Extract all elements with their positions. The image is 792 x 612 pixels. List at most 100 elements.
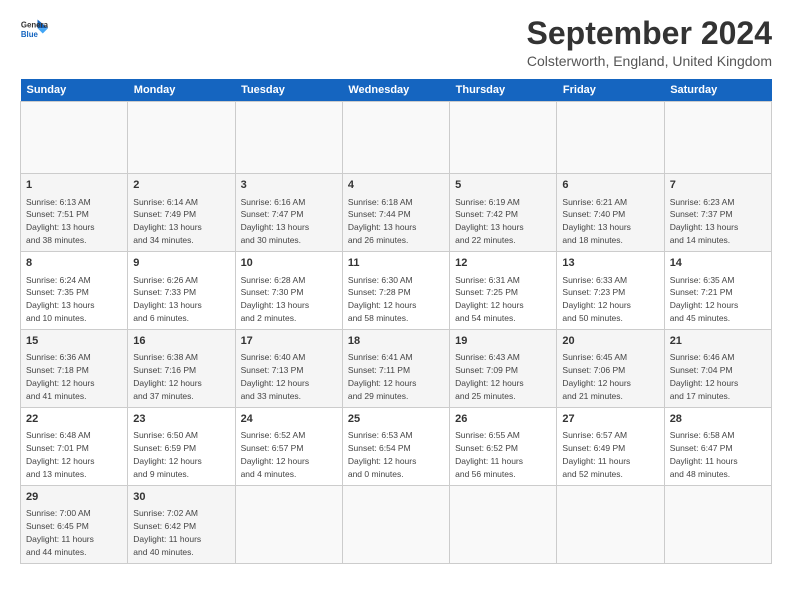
table-row — [450, 486, 557, 564]
table-row: 12 Sunrise: 6:31 AMSunset: 7:25 PMDaylig… — [450, 252, 557, 330]
table-row — [450, 102, 557, 174]
table-row — [557, 102, 664, 174]
col-friday: Friday — [557, 79, 664, 102]
header: General Blue September 2024 Colsterworth… — [20, 16, 772, 69]
day-info: Sunrise: 6:14 AMSunset: 7:49 PMDaylight:… — [133, 197, 202, 246]
page: General Blue September 2024 Colsterworth… — [0, 0, 792, 612]
table-row — [664, 486, 771, 564]
table-row: 28 Sunrise: 6:58 AMSunset: 6:47 PMDaylig… — [664, 408, 771, 486]
table-row: 10 Sunrise: 6:28 AMSunset: 7:30 PMDaylig… — [235, 252, 342, 330]
day-info: Sunrise: 6:41 AMSunset: 7:11 PMDaylight:… — [348, 352, 417, 401]
table-row: 26 Sunrise: 6:55 AMSunset: 6:52 PMDaylig… — [450, 408, 557, 486]
day-info: Sunrise: 6:57 AMSunset: 6:49 PMDaylight:… — [562, 430, 630, 479]
day-number: 5 — [455, 178, 551, 193]
day-info: Sunrise: 6:18 AMSunset: 7:44 PMDaylight:… — [348, 197, 417, 246]
day-info: Sunrise: 6:38 AMSunset: 7:16 PMDaylight:… — [133, 352, 202, 401]
table-row: 29 Sunrise: 7:00 AMSunset: 6:45 PMDaylig… — [21, 486, 128, 564]
day-number: 4 — [348, 178, 444, 193]
calendar-week-0 — [21, 102, 772, 174]
day-number: 2 — [133, 178, 229, 193]
col-monday: Monday — [128, 79, 235, 102]
day-number: 26 — [455, 412, 551, 427]
day-number: 12 — [455, 256, 551, 271]
col-wednesday: Wednesday — [342, 79, 449, 102]
day-number: 30 — [133, 490, 229, 505]
table-row: 1 Sunrise: 6:13 AMSunset: 7:51 PMDayligh… — [21, 174, 128, 252]
day-info: Sunrise: 6:55 AMSunset: 6:52 PMDaylight:… — [455, 430, 523, 479]
day-info: Sunrise: 6:16 AMSunset: 7:47 PMDaylight:… — [241, 197, 310, 246]
day-number: 8 — [26, 256, 122, 271]
day-info: Sunrise: 6:13 AMSunset: 7:51 PMDaylight:… — [26, 197, 95, 246]
table-row: 2 Sunrise: 6:14 AMSunset: 7:49 PMDayligh… — [128, 174, 235, 252]
table-row: 9 Sunrise: 6:26 AMSunset: 7:33 PMDayligh… — [128, 252, 235, 330]
table-row: 6 Sunrise: 6:21 AMSunset: 7:40 PMDayligh… — [557, 174, 664, 252]
table-row — [342, 102, 449, 174]
day-number: 16 — [133, 334, 229, 349]
table-row — [342, 486, 449, 564]
table-row: 5 Sunrise: 6:19 AMSunset: 7:42 PMDayligh… — [450, 174, 557, 252]
table-row: 4 Sunrise: 6:18 AMSunset: 7:44 PMDayligh… — [342, 174, 449, 252]
day-info: Sunrise: 6:52 AMSunset: 6:57 PMDaylight:… — [241, 430, 310, 479]
table-row: 18 Sunrise: 6:41 AMSunset: 7:11 PMDaylig… — [342, 330, 449, 408]
day-info: Sunrise: 6:50 AMSunset: 6:59 PMDaylight:… — [133, 430, 202, 479]
calendar-week-2: 8 Sunrise: 6:24 AMSunset: 7:35 PMDayligh… — [21, 252, 772, 330]
day-number: 10 — [241, 256, 337, 271]
day-number: 23 — [133, 412, 229, 427]
day-number: 19 — [455, 334, 551, 349]
table-row: 27 Sunrise: 6:57 AMSunset: 6:49 PMDaylig… — [557, 408, 664, 486]
day-info: Sunrise: 6:45 AMSunset: 7:06 PMDaylight:… — [562, 352, 631, 401]
day-number: 20 — [562, 334, 658, 349]
table-row — [235, 102, 342, 174]
day-number: 1 — [26, 178, 122, 193]
title-block: September 2024 Colsterworth, England, Un… — [527, 16, 772, 69]
table-row: 22 Sunrise: 6:48 AMSunset: 7:01 PMDaylig… — [21, 408, 128, 486]
col-sunday: Sunday — [21, 79, 128, 102]
col-saturday: Saturday — [664, 79, 771, 102]
header-row: Sunday Monday Tuesday Wednesday Thursday… — [21, 79, 772, 102]
day-number: 7 — [670, 178, 766, 193]
day-info: Sunrise: 6:53 AMSunset: 6:54 PMDaylight:… — [348, 430, 417, 479]
day-info: Sunrise: 6:43 AMSunset: 7:09 PMDaylight:… — [455, 352, 524, 401]
table-row: 8 Sunrise: 6:24 AMSunset: 7:35 PMDayligh… — [21, 252, 128, 330]
table-row — [557, 486, 664, 564]
table-row — [128, 102, 235, 174]
table-row: 21 Sunrise: 6:46 AMSunset: 7:04 PMDaylig… — [664, 330, 771, 408]
day-info: Sunrise: 6:46 AMSunset: 7:04 PMDaylight:… — [670, 352, 739, 401]
table-row: 24 Sunrise: 6:52 AMSunset: 6:57 PMDaylig… — [235, 408, 342, 486]
table-row: 15 Sunrise: 6:36 AMSunset: 7:18 PMDaylig… — [21, 330, 128, 408]
day-number: 27 — [562, 412, 658, 427]
col-thursday: Thursday — [450, 79, 557, 102]
day-info: Sunrise: 6:31 AMSunset: 7:25 PMDaylight:… — [455, 275, 524, 324]
day-info: Sunrise: 6:58 AMSunset: 6:47 PMDaylight:… — [670, 430, 738, 479]
day-info: Sunrise: 6:48 AMSunset: 7:01 PMDaylight:… — [26, 430, 95, 479]
day-number: 15 — [26, 334, 122, 349]
day-info: Sunrise: 6:33 AMSunset: 7:23 PMDaylight:… — [562, 275, 631, 324]
month-title: September 2024 — [527, 16, 772, 51]
calendar-week-5: 29 Sunrise: 7:00 AMSunset: 6:45 PMDaylig… — [21, 486, 772, 564]
table-row: 23 Sunrise: 6:50 AMSunset: 6:59 PMDaylig… — [128, 408, 235, 486]
day-number: 24 — [241, 412, 337, 427]
day-info: Sunrise: 7:02 AMSunset: 6:42 PMDaylight:… — [133, 508, 201, 557]
table-row — [664, 102, 771, 174]
day-info: Sunrise: 6:21 AMSunset: 7:40 PMDaylight:… — [562, 197, 631, 246]
day-number: 29 — [26, 490, 122, 505]
table-row: 30 Sunrise: 7:02 AMSunset: 6:42 PMDaylig… — [128, 486, 235, 564]
day-number: 18 — [348, 334, 444, 349]
svg-text:General: General — [21, 20, 48, 29]
table-row: 11 Sunrise: 6:30 AMSunset: 7:28 PMDaylig… — [342, 252, 449, 330]
day-number: 3 — [241, 178, 337, 193]
day-info: Sunrise: 6:28 AMSunset: 7:30 PMDaylight:… — [241, 275, 310, 324]
calendar-week-4: 22 Sunrise: 6:48 AMSunset: 7:01 PMDaylig… — [21, 408, 772, 486]
table-row — [21, 102, 128, 174]
location: Colsterworth, England, United Kingdom — [527, 53, 772, 69]
calendar-week-3: 15 Sunrise: 6:36 AMSunset: 7:18 PMDaylig… — [21, 330, 772, 408]
table-row — [235, 486, 342, 564]
logo-icon: General Blue — [20, 16, 48, 44]
table-row: 19 Sunrise: 6:43 AMSunset: 7:09 PMDaylig… — [450, 330, 557, 408]
day-info: Sunrise: 6:40 AMSunset: 7:13 PMDaylight:… — [241, 352, 310, 401]
table-row: 20 Sunrise: 6:45 AMSunset: 7:06 PMDaylig… — [557, 330, 664, 408]
day-info: Sunrise: 7:00 AMSunset: 6:45 PMDaylight:… — [26, 508, 94, 557]
day-info: Sunrise: 6:36 AMSunset: 7:18 PMDaylight:… — [26, 352, 95, 401]
table-row: 17 Sunrise: 6:40 AMSunset: 7:13 PMDaylig… — [235, 330, 342, 408]
day-info: Sunrise: 6:26 AMSunset: 7:33 PMDaylight:… — [133, 275, 202, 324]
